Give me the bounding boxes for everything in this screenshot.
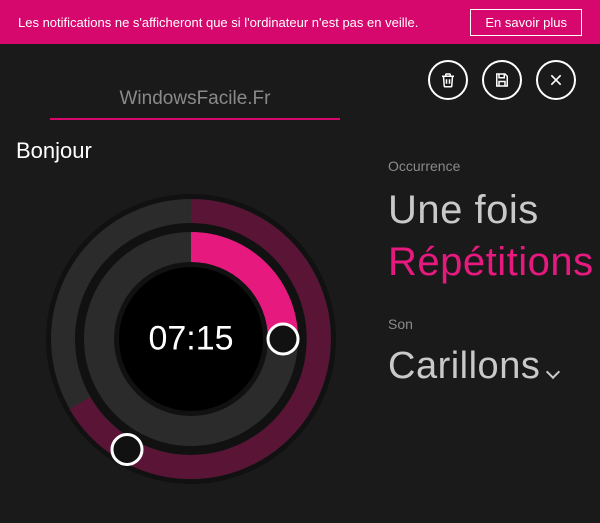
- delete-button[interactable]: [428, 60, 468, 100]
- occurrence-once[interactable]: Une fois: [388, 184, 600, 236]
- sound-label: Son: [388, 316, 600, 332]
- save-icon: [493, 71, 511, 89]
- editor-body: WindowsFacile.Fr Bonjour: [0, 44, 600, 523]
- right-pane: Occurrence Une fois Répétitions Son Cari…: [380, 84, 600, 523]
- sound-value: Carillons: [388, 342, 540, 391]
- sound-selector[interactable]: Carillons: [388, 342, 600, 391]
- save-button[interactable]: [482, 60, 522, 100]
- trash-icon: [439, 71, 457, 89]
- alarm-title-input[interactable]: WindowsFacile.Fr: [50, 84, 340, 120]
- learn-more-button[interactable]: En savoir plus: [470, 9, 582, 36]
- alarm-subtitle: Bonjour: [16, 138, 380, 164]
- occurrence-repeat[interactable]: Répétitions: [388, 236, 600, 288]
- notification-banner: Les notifications ne s'afficheront que s…: [0, 0, 600, 44]
- chevron-down-icon: [546, 365, 560, 379]
- close-button[interactable]: [536, 60, 576, 100]
- time-dial[interactable]: 07:15: [26, 174, 356, 504]
- action-toolbar: [428, 60, 576, 100]
- alarm-title-text: WindowsFacile.Fr: [52, 88, 338, 110]
- banner-text: Les notifications ne s'afficheront que s…: [18, 15, 418, 30]
- close-icon: [548, 72, 564, 88]
- occurrence-label: Occurrence: [388, 158, 600, 174]
- time-label: 07:15: [148, 320, 233, 359]
- left-pane: WindowsFacile.Fr Bonjour: [0, 84, 380, 523]
